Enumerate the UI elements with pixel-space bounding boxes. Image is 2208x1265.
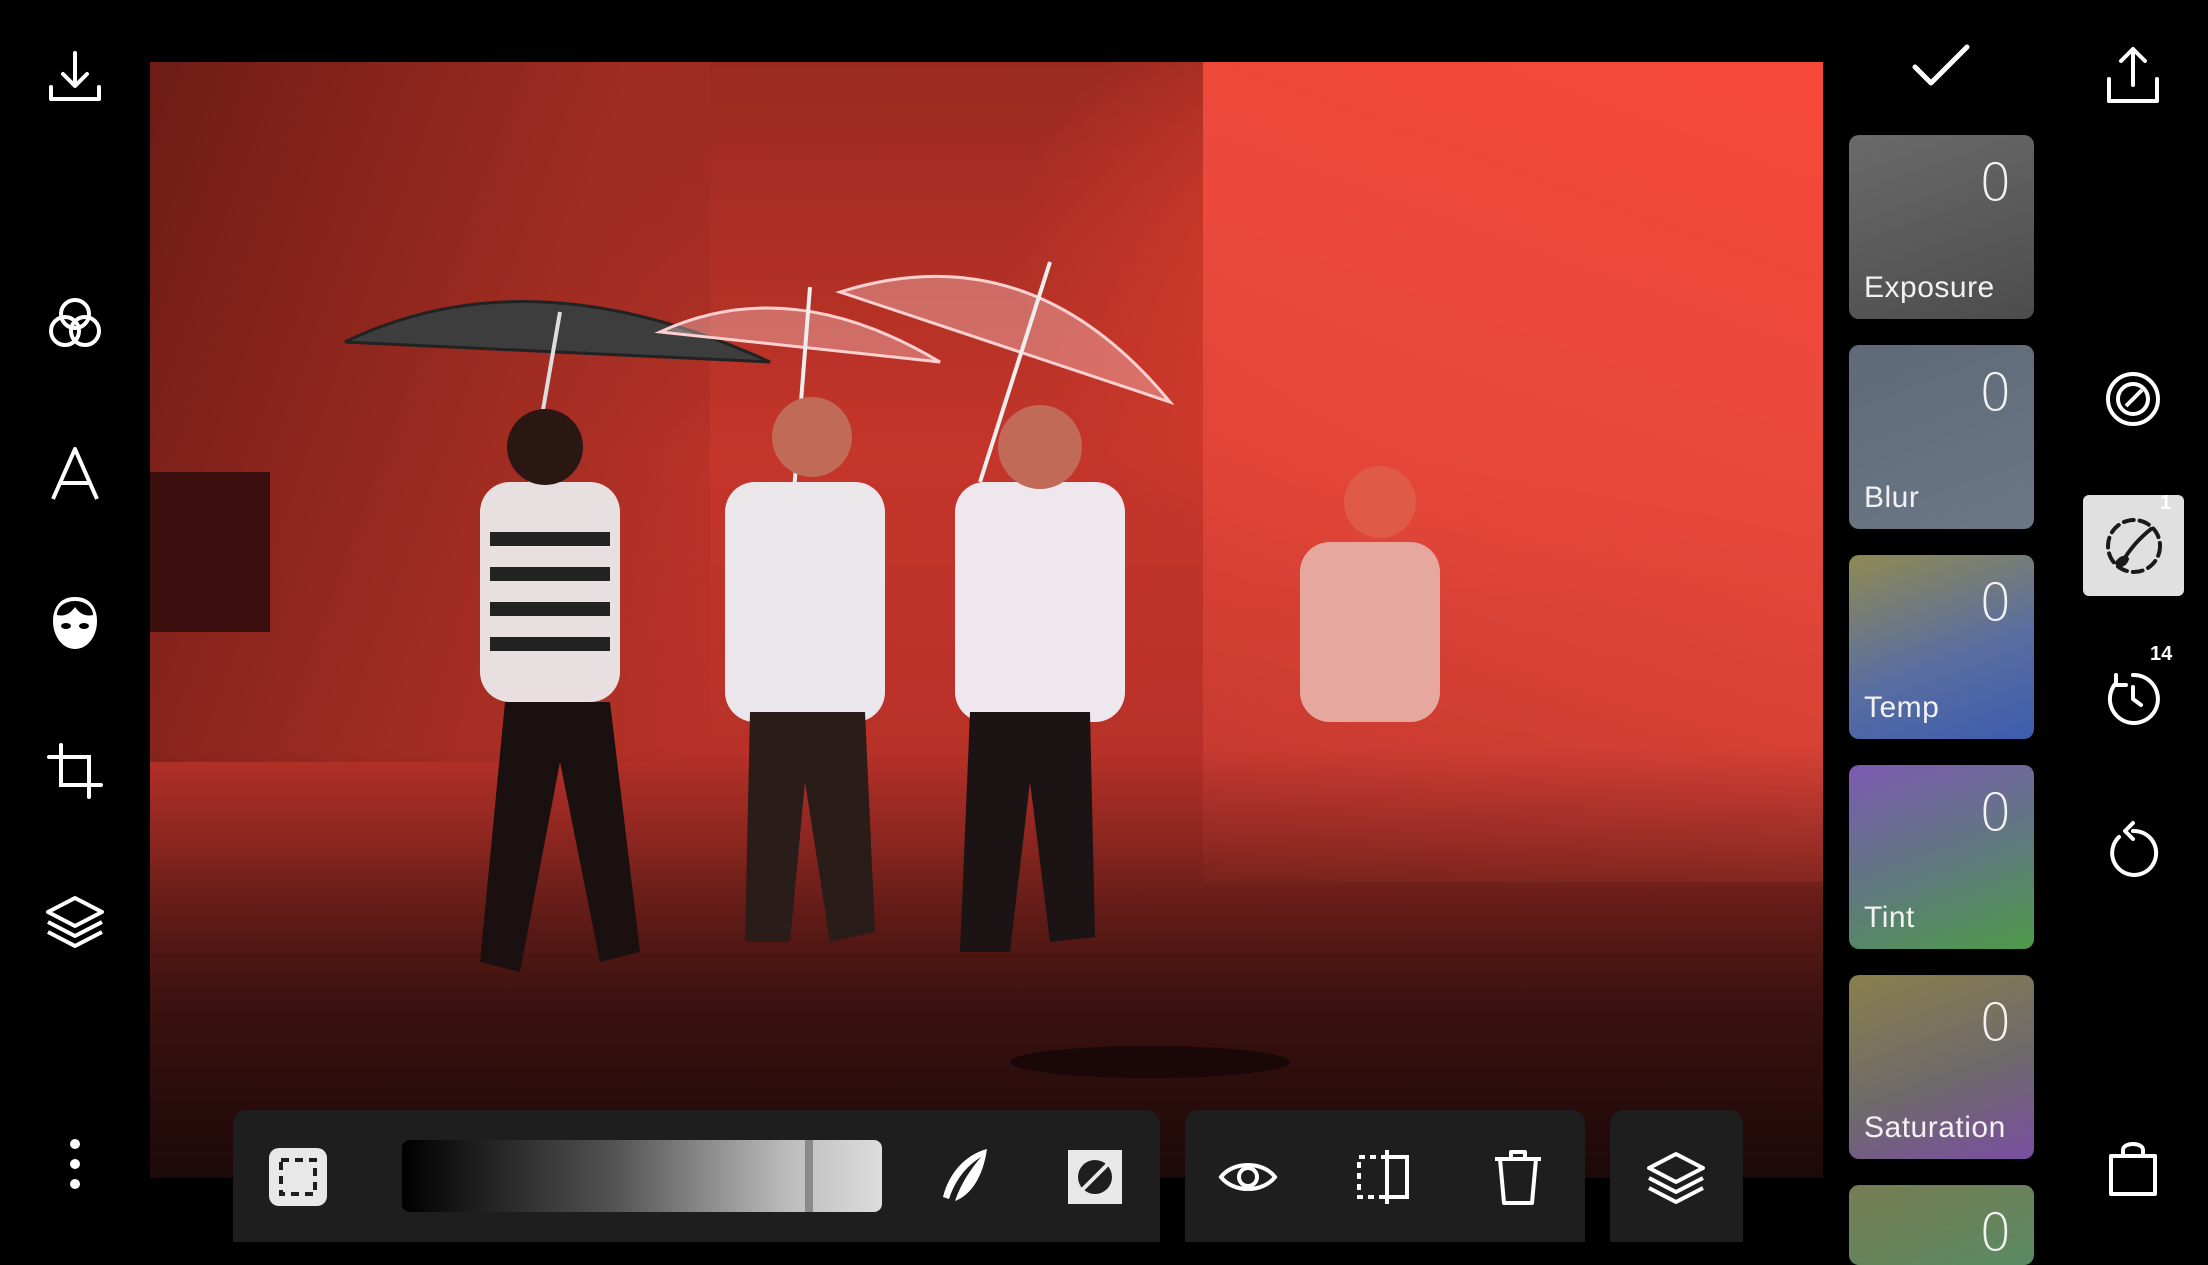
- checkmark-icon[interactable]: [1906, 36, 1976, 96]
- saturation-label: Saturation: [1864, 1111, 2006, 1144]
- split-view-icon[interactable]: [1350, 1144, 1416, 1210]
- photo-content: [344, 261, 1440, 1078]
- face-icon[interactable]: [42, 590, 108, 656]
- exposure-card[interactable]: 0 Exposure: [1849, 135, 2034, 319]
- undo-icon[interactable]: [2100, 815, 2166, 881]
- blur-value: 0: [1978, 363, 2012, 423]
- next-adjustment-value: 0: [1978, 1203, 2012, 1263]
- tint-card[interactable]: 0 Tint: [1849, 765, 2034, 949]
- retouch-icon[interactable]: [2100, 366, 2166, 432]
- text-icon[interactable]: [42, 440, 108, 506]
- invert-mask-icon[interactable]: [1062, 1144, 1128, 1210]
- shopping-bag-icon[interactable]: [2100, 1134, 2166, 1204]
- photo-canvas[interactable]: [150, 62, 1823, 1178]
- history-count-badge: 14: [2150, 643, 2173, 665]
- next-adjustment-card[interactable]: 0: [1849, 1185, 2034, 1265]
- saturation-card[interactable]: 0 Saturation: [1849, 975, 2034, 1159]
- saturation-value: 0: [1978, 993, 2012, 1053]
- tint-label: Tint: [1864, 901, 1915, 934]
- brush-icon[interactable]: [930, 1144, 996, 1210]
- history-icon[interactable]: [2100, 665, 2166, 731]
- left-toolbar: [0, 0, 150, 1242]
- share-icon[interactable]: [2100, 40, 2166, 110]
- blur-card[interactable]: 0 Blur: [1849, 345, 2034, 529]
- filters-icon[interactable]: [42, 290, 108, 356]
- mask-count-badge: 1: [2160, 492, 2172, 514]
- temp-card[interactable]: 0 Temp: [1849, 555, 2034, 739]
- trash-icon[interactable]: [1485, 1144, 1551, 1210]
- more-icon[interactable]: [54, 1134, 96, 1194]
- tint-value: 0: [1978, 783, 2012, 843]
- temp-value: 0: [1978, 573, 2012, 633]
- select-area-icon[interactable]: [265, 1144, 331, 1210]
- download-icon[interactable]: [42, 44, 108, 110]
- slider-thumb[interactable]: [805, 1140, 813, 1212]
- crop-icon[interactable]: [42, 738, 108, 804]
- exposure-label: Exposure: [1864, 271, 1995, 304]
- exposure-value: 0: [1978, 153, 2012, 213]
- layers-icon[interactable]: [1643, 1144, 1709, 1210]
- layers-icon[interactable]: [42, 888, 108, 954]
- temp-label: Temp: [1864, 691, 1940, 724]
- eye-icon[interactable]: [1215, 1144, 1281, 1210]
- blur-label: Blur: [1864, 481, 1920, 514]
